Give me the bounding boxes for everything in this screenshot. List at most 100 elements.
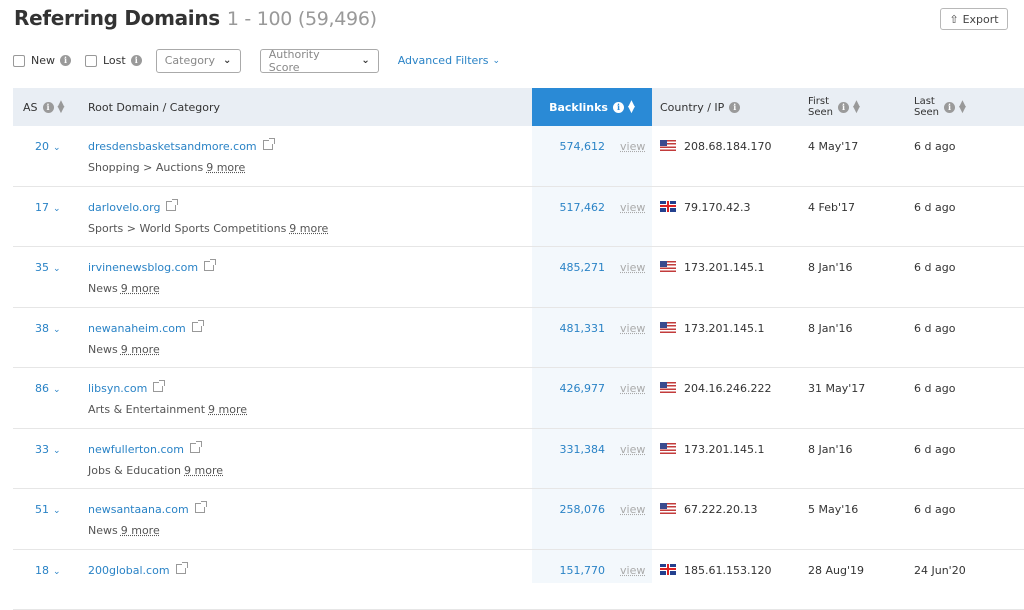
column-header-as[interactable]: AS i ▲▼ bbox=[23, 88, 64, 126]
column-label-line: Seen bbox=[808, 107, 833, 118]
domain-name: newanaheim.com bbox=[88, 322, 186, 335]
last-seen-date: 6 d ago bbox=[914, 443, 955, 456]
category-select[interactable]: Category ⌄ bbox=[156, 49, 241, 73]
authority-score-value: 86 bbox=[35, 382, 49, 395]
column-header-first-seen[interactable]: First Seen i ▲▼ bbox=[808, 88, 860, 126]
domain-link[interactable]: libsyn.com bbox=[88, 382, 163, 395]
view-backlinks-link[interactable]: view bbox=[620, 140, 645, 153]
new-filter-checkbox[interactable]: New i bbox=[13, 54, 71, 67]
result-range: 1 - 100 (59,496) bbox=[227, 8, 377, 30]
external-link-icon[interactable] bbox=[190, 443, 200, 453]
domain-link[interactable]: newanaheim.com bbox=[88, 322, 202, 335]
backlinks-count[interactable]: 258,076 bbox=[533, 503, 605, 516]
external-link-icon[interactable] bbox=[166, 201, 176, 211]
ip-address: 173.201.145.1 bbox=[684, 322, 764, 335]
last-seen-date: 6 d ago bbox=[914, 382, 955, 395]
category-text: Jobs & Education9 more bbox=[88, 464, 223, 477]
backlinks-count[interactable]: 481,331 bbox=[533, 322, 605, 335]
external-link-icon[interactable] bbox=[204, 261, 214, 271]
more-categories-link[interactable]: 9 more bbox=[206, 161, 245, 174]
category-label: Arts & Entertainment bbox=[88, 403, 205, 416]
view-backlinks-link[interactable]: view bbox=[620, 443, 645, 456]
backlinks-count[interactable]: 574,612 bbox=[533, 140, 605, 153]
more-categories-link[interactable]: 9 more bbox=[289, 222, 328, 235]
sort-icon[interactable]: ▲▼ bbox=[959, 101, 966, 113]
sort-icon[interactable]: ▲▼ bbox=[58, 101, 65, 113]
sort-icon[interactable]: ▲▼ bbox=[628, 101, 635, 113]
authority-score-toggle[interactable]: 20⌄ bbox=[35, 140, 61, 153]
checkbox-box[interactable] bbox=[85, 55, 97, 67]
ip-address: 173.201.145.1 bbox=[684, 261, 764, 274]
authority-score-toggle[interactable]: 17⌄ bbox=[35, 201, 61, 214]
authority-score-toggle[interactable]: 35⌄ bbox=[35, 261, 61, 274]
column-label: Backlinks bbox=[549, 101, 608, 114]
column-header-backlinks[interactable]: Backlinks i ▲▼ bbox=[532, 88, 652, 126]
external-link-icon[interactable] bbox=[195, 503, 205, 513]
authority-score-toggle[interactable]: 38⌄ bbox=[35, 322, 61, 335]
backlinks-count[interactable]: 517,462 bbox=[533, 201, 605, 214]
view-backlinks-link[interactable]: view bbox=[620, 564, 645, 577]
us-flag-icon bbox=[660, 322, 676, 333]
last-seen-date: 6 d ago bbox=[914, 503, 955, 516]
first-seen-date: 8 Jan'16 bbox=[808, 443, 852, 456]
backlinks-count[interactable]: 331,384 bbox=[533, 443, 605, 456]
external-link-icon[interactable] bbox=[153, 382, 163, 392]
info-icon[interactable]: i bbox=[613, 102, 624, 113]
backlinks-count[interactable]: 485,271 bbox=[533, 261, 605, 274]
domain-link[interactable]: irvinenewsblog.com bbox=[88, 261, 214, 274]
view-backlinks-link[interactable]: view bbox=[620, 201, 645, 214]
domain-link[interactable]: newfullerton.com bbox=[88, 443, 200, 456]
column-label: Country / IP bbox=[660, 101, 724, 114]
info-icon[interactable]: i bbox=[131, 55, 142, 66]
authority-score-toggle[interactable]: 51⌄ bbox=[35, 503, 61, 516]
backlinks-count[interactable]: 151,770 bbox=[533, 564, 605, 577]
domain-link[interactable]: 200global.com bbox=[88, 564, 186, 577]
info-icon[interactable]: i bbox=[729, 102, 740, 113]
column-label-line: Last bbox=[914, 96, 939, 107]
advanced-filters-link[interactable]: Advanced Filters ⌄ bbox=[398, 54, 500, 67]
info-icon[interactable]: i bbox=[838, 102, 849, 113]
us-flag-icon bbox=[660, 140, 676, 151]
authority-score-select[interactable]: Authority Score ⌄ bbox=[260, 49, 379, 73]
more-categories-link[interactable]: 9 more bbox=[121, 282, 160, 295]
chevron-down-icon: ⌄ bbox=[53, 567, 61, 577]
column-label: Root Domain / Category bbox=[88, 101, 220, 114]
more-categories-link[interactable]: 9 more bbox=[184, 464, 223, 477]
backlinks-count[interactable]: 426,977 bbox=[533, 382, 605, 395]
export-button[interactable]: ⇧ Export bbox=[940, 8, 1008, 30]
new-filter-label: New bbox=[31, 54, 55, 67]
category-label: News bbox=[88, 524, 118, 537]
ip-address: 79.170.42.3 bbox=[684, 201, 750, 214]
column-header-last-seen[interactable]: Last Seen i ▲▼ bbox=[914, 88, 966, 126]
more-categories-link[interactable]: 9 more bbox=[121, 343, 160, 356]
view-backlinks-link[interactable]: view bbox=[620, 261, 645, 274]
page-title: Referring Domains bbox=[14, 6, 220, 30]
external-link-icon[interactable] bbox=[176, 564, 186, 574]
last-seen-date: 24 Jun'20 bbox=[914, 564, 966, 577]
checkbox-box[interactable] bbox=[13, 55, 25, 67]
view-backlinks-link[interactable]: view bbox=[620, 503, 645, 516]
authority-score-value: 18 bbox=[35, 564, 49, 577]
info-icon[interactable]: i bbox=[60, 55, 71, 66]
category-select-label: Category bbox=[165, 54, 215, 67]
external-link-icon[interactable] bbox=[263, 140, 273, 150]
authority-score-value: 35 bbox=[35, 261, 49, 274]
domain-link[interactable]: newsantaana.com bbox=[88, 503, 205, 516]
info-icon[interactable]: i bbox=[43, 102, 54, 113]
sort-icon[interactable]: ▲▼ bbox=[853, 101, 860, 113]
lost-filter-checkbox[interactable]: Lost i bbox=[85, 54, 142, 67]
domain-link[interactable]: darlovelo.org bbox=[88, 201, 176, 214]
authority-score-toggle[interactable]: 33⌄ bbox=[35, 443, 61, 456]
more-categories-link[interactable]: 9 more bbox=[208, 403, 247, 416]
authority-score-toggle[interactable]: 18 ⌄ bbox=[35, 564, 61, 577]
authority-score-toggle[interactable]: 86⌄ bbox=[35, 382, 61, 395]
view-backlinks-link[interactable]: view bbox=[620, 382, 645, 395]
external-link-icon[interactable] bbox=[192, 322, 202, 332]
more-categories-link[interactable]: 9 more bbox=[121, 524, 160, 537]
us-flag-icon bbox=[660, 261, 676, 272]
column-label: AS bbox=[23, 101, 38, 114]
info-icon[interactable]: i bbox=[944, 102, 955, 113]
domain-link[interactable]: dresdensbasketsandmore.com bbox=[88, 140, 273, 153]
ip-address: 208.68.184.170 bbox=[684, 140, 771, 153]
view-backlinks-link[interactable]: view bbox=[620, 322, 645, 335]
